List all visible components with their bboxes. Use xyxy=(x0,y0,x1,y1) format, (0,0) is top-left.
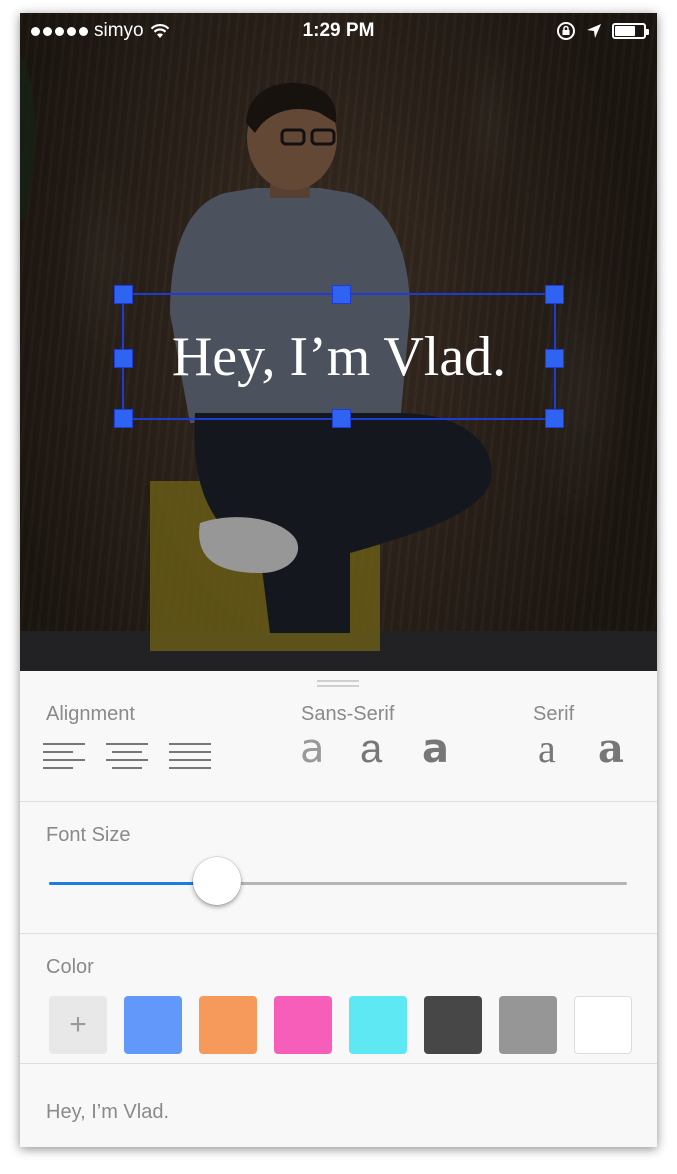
phone-screen: simyo 1:29 PM Hey, I’m Vlad. Alignment S… xyxy=(20,13,657,1147)
color-swatch-pink[interactable] xyxy=(274,996,332,1054)
alignment-label: Alignment xyxy=(46,703,135,725)
text-style-panel: Alignment Sans-Serif a a a Serif a a Fon… xyxy=(20,671,657,1147)
resize-handle-top[interactable] xyxy=(332,285,351,304)
text-layer-selection[interactable]: Hey, I’m Vlad. xyxy=(114,285,564,428)
serif-bold-option[interactable]: a xyxy=(598,729,624,769)
battery-level xyxy=(615,26,635,36)
resize-handle-right[interactable] xyxy=(545,349,564,368)
rotation-lock-icon xyxy=(557,22,575,40)
divider xyxy=(20,933,657,934)
sans-serif-bold-option[interactable]: a xyxy=(422,729,449,769)
align-center-button[interactable] xyxy=(106,743,148,771)
font-size-label: Font Size xyxy=(46,824,131,846)
resize-handle-top-right[interactable] xyxy=(545,285,564,304)
text-input-field[interactable]: Hey, I’m Vlad. xyxy=(20,1063,657,1147)
color-swatch-cyan[interactable] xyxy=(349,996,407,1054)
resize-handle-top-left[interactable] xyxy=(114,285,133,304)
divider xyxy=(20,801,657,802)
serif-regular-option[interactable]: a xyxy=(538,729,556,769)
sans-serif-regular-option[interactable]: a xyxy=(360,729,382,769)
status-bar: simyo 1:29 PM xyxy=(20,13,657,49)
serif-label: Serif xyxy=(533,703,575,725)
resize-handle-bottom-left[interactable] xyxy=(114,409,133,428)
font-size-slider-fill xyxy=(49,882,217,885)
align-left-button[interactable] xyxy=(43,743,85,771)
text-input-value[interactable]: Hey, I’m Vlad. xyxy=(46,1101,169,1124)
color-label: Color xyxy=(46,956,94,978)
sans-serif-light-option[interactable]: a xyxy=(300,729,325,769)
font-size-slider-thumb[interactable] xyxy=(192,857,241,905)
resize-handle-bottom[interactable] xyxy=(332,409,351,428)
panel-drag-handle[interactable] xyxy=(317,680,359,687)
add-color-button[interactable]: + xyxy=(49,996,107,1054)
status-right xyxy=(556,21,649,41)
sans-serif-label: Sans-Serif xyxy=(301,703,395,725)
color-swatch-orange[interactable] xyxy=(199,996,257,1054)
headline-text[interactable]: Hey, I’m Vlad. xyxy=(172,325,506,389)
color-swatch-dark-gray[interactable] xyxy=(424,996,482,1054)
align-justify-button[interactable] xyxy=(169,743,211,771)
location-arrow-icon xyxy=(587,24,601,38)
resize-handle-bottom-right[interactable] xyxy=(545,409,564,428)
battery-icon xyxy=(612,23,649,39)
resize-handle-left[interactable] xyxy=(114,349,133,368)
color-swatch-blue[interactable] xyxy=(124,996,182,1054)
photo-canvas[interactable]: simyo 1:29 PM Hey, I’m Vlad. xyxy=(20,13,657,671)
color-swatch-white[interactable] xyxy=(574,996,632,1054)
color-swatch-gray[interactable] xyxy=(499,996,557,1054)
font-size-slider-track[interactable] xyxy=(49,882,627,885)
